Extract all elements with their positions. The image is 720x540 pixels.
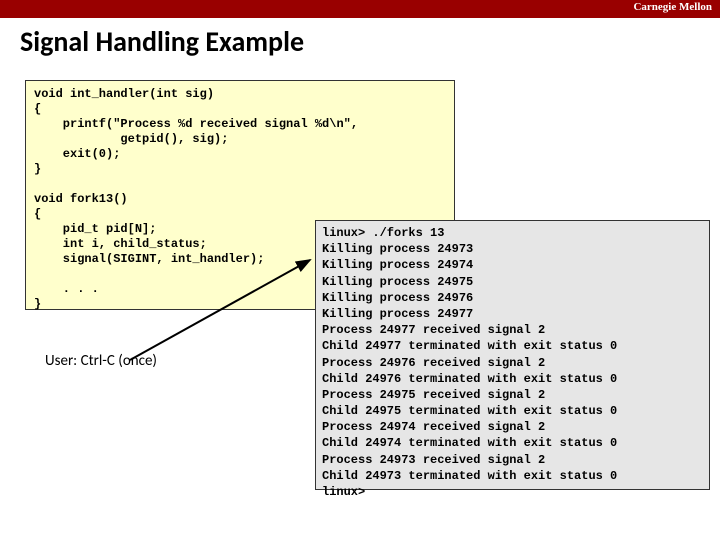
slide-title: Signal Handling Example — [0, 18, 720, 67]
terminal-output: linux> ./forks 13 Killing process 24973 … — [315, 220, 710, 490]
header-bar: Carnegie Mellon — [0, 0, 720, 18]
user-action-note: User: Ctrl-C (once) — [45, 352, 157, 370]
institution-label: Carnegie Mellon — [633, 1, 712, 13]
